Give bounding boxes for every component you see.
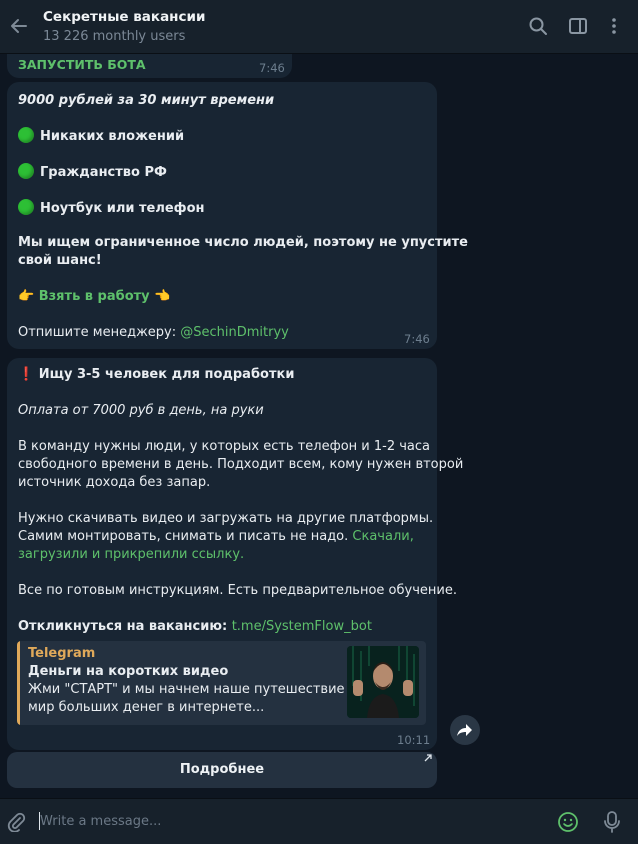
respond-line: Откликнуться на вакансию: t.me/SystemFlo… bbox=[18, 619, 372, 634]
message-time: 7:46 bbox=[404, 332, 430, 346]
bot-link[interactable]: t.me/SystemFlow_bot bbox=[232, 619, 372, 634]
message-input[interactable]: Write a message... bbox=[40, 814, 161, 829]
back-arrow-icon[interactable] bbox=[8, 15, 30, 37]
message-line: В команду нужны люди, у которых есть тел… bbox=[18, 439, 430, 454]
chat-subtitle: 13 226 monthly users bbox=[43, 29, 186, 44]
chat-title[interactable]: Секретные вакансии bbox=[43, 9, 205, 25]
green-circle-icon bbox=[18, 163, 34, 179]
list-item: Никаких вложений bbox=[18, 127, 184, 144]
emoji-icon[interactable] bbox=[557, 811, 579, 837]
bot-start-link[interactable]: ЗАПУСТИТЬ БОТА bbox=[18, 57, 146, 72]
message-line: Самим монтировать, снимать и писать не н… bbox=[18, 529, 414, 544]
preview-thumbnail bbox=[347, 646, 419, 718]
message-line: 9000 рублей за 30 минут времени bbox=[18, 93, 275, 108]
chat-header: Секретные вакансии 13 226 monthly users bbox=[0, 0, 638, 54]
attach-icon[interactable] bbox=[6, 812, 26, 836]
message-line: Нужно скачивать видео и загружать на дру… bbox=[18, 511, 434, 526]
search-icon[interactable] bbox=[528, 16, 548, 36]
cta-link[interactable]: Взять в работу bbox=[39, 289, 150, 304]
pointing-right-icon: 👉 bbox=[18, 289, 35, 304]
message-heading: ❗ Ищу 3-5 человек для подработки bbox=[18, 367, 295, 382]
pointing-left-icon: 👈 bbox=[154, 289, 171, 304]
message-line: Все по готовым инструкциям. Есть предвар… bbox=[18, 583, 457, 598]
sidebar-toggle-icon[interactable] bbox=[568, 16, 588, 36]
message-line: свободного времени в день. Подходит всем… bbox=[18, 457, 464, 472]
exclamation-icon: ❗ bbox=[18, 367, 35, 382]
external-link-icon bbox=[423, 742, 433, 778]
list-item: Гражданство РФ bbox=[18, 163, 167, 180]
message-bubble: 9000 рублей за 30 минут времени Никаких … bbox=[7, 82, 468, 349]
message-bubble: ЗАПУСТИТЬ БОТА 7:46 bbox=[7, 54, 292, 78]
message-line: Мы ищем ограниченное число людей, поэтом… bbox=[18, 235, 468, 250]
preview-desc: мир больших денег в интернете... bbox=[28, 700, 265, 715]
manager-link[interactable]: @SechinDmitryy bbox=[180, 325, 289, 340]
microphone-icon[interactable] bbox=[602, 810, 622, 838]
message-line: источник дохода без запар. bbox=[18, 475, 211, 490]
cta-line: 👉 Взять в работу 👈 bbox=[18, 289, 170, 304]
list-item: Ноутбук или телефон bbox=[18, 199, 205, 216]
share-icon[interactable] bbox=[450, 715, 480, 745]
preview-accent-bar bbox=[17, 641, 20, 725]
message-time: 7:46 bbox=[259, 61, 285, 75]
preview-site: Telegram bbox=[28, 646, 96, 661]
highlight-link[interactable]: загрузили и прикрепили ссылку. bbox=[18, 547, 244, 562]
message-line: свой шанс! bbox=[18, 253, 102, 268]
preview-desc: Жми "СТАРТ" и мы начнем наше путешествие… bbox=[28, 682, 357, 697]
preview-title: Деньги на коротких видео bbox=[28, 664, 229, 679]
composer: Write a message... bbox=[0, 798, 638, 844]
manager-line: Отпишите менеджеру: @SechinDmitryy bbox=[18, 325, 289, 340]
green-circle-icon bbox=[18, 127, 34, 143]
more-vertical-icon[interactable] bbox=[604, 16, 624, 36]
link-preview[interactable]: Telegram Деньги на коротких видео Жми "С… bbox=[17, 641, 426, 725]
green-circle-icon bbox=[18, 199, 34, 215]
message-list[interactable]: ЗАПУСТИТЬ БОТА 7:46 9000 рублей за 30 ми… bbox=[0, 54, 638, 798]
message-bubble: ❗ Ищу 3-5 человек для подработки Оплата … bbox=[7, 358, 463, 750]
more-info-button[interactable]: Подробнее bbox=[7, 752, 437, 788]
message-line: Оплата от 7000 руб в день, на руки bbox=[18, 403, 264, 418]
highlight-link[interactable]: Скачали, bbox=[352, 529, 413, 544]
